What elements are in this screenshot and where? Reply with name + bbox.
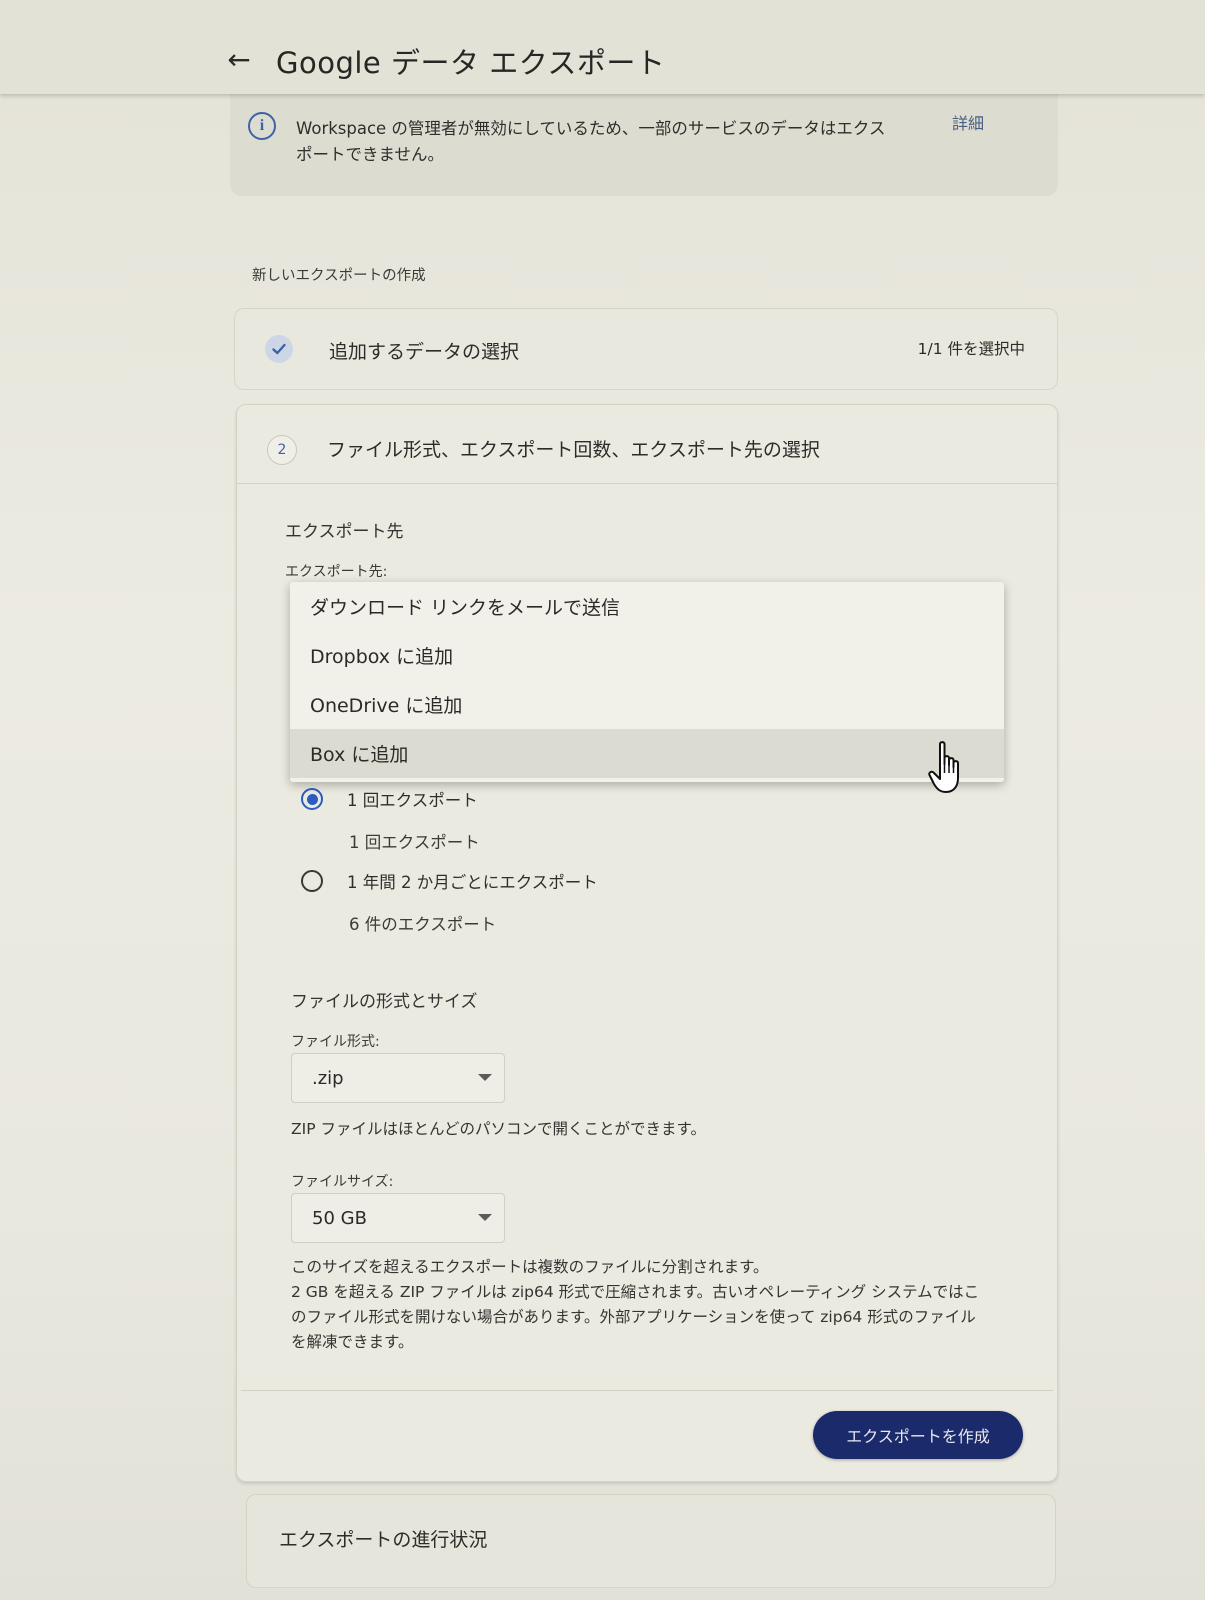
file-size-label: ファイルサイズ: [291, 1174, 394, 1190]
file-type-label: ファイル形式: [291, 1034, 380, 1050]
file-size-help-line-1: このサイズを超えるエクスポートは複数のファイルに分割されます。 [291, 1258, 769, 1276]
menu-item-email-link[interactable]: ダウンロード リンクをメールで送信 [290, 582, 1004, 631]
frequency-option-sub: 6 件のエクスポート [349, 915, 497, 934]
destination-label: エクスポート先: [285, 564, 388, 580]
destination-heading: エクスポート先 [285, 522, 404, 542]
frequency-option-label: 1 年間 2 か月ごとにエクスポート [347, 873, 598, 892]
check-icon [265, 335, 293, 363]
file-type-help: ZIP ファイルはほとんどのパソコンで開くことができます。 [291, 1120, 706, 1138]
info-banner-message: Workspace の管理者が無効にしているため、一部のサービスのデータはエクス… [296, 119, 886, 164]
step-format-title: ファイル形式、エクスポート回数、エクスポート先の選択 [327, 439, 820, 461]
frequency-option-once[interactable]: 1 回エクスポート [301, 787, 478, 811]
create-export-button[interactable]: エクスポートを作成 [813, 1411, 1023, 1459]
step-number-badge: 2 [267, 435, 297, 465]
selected-count: 1/1 件を選択中 [917, 340, 1025, 358]
hand-cursor-icon [928, 740, 970, 800]
destination-dropdown-menu[interactable]: ダウンロード リンクをメールで送信 Dropbox に追加 OneDrive に… [290, 582, 1004, 782]
divider [237, 483, 1057, 484]
file-type-select[interactable]: .zip [291, 1053, 505, 1103]
frequency-option-sub: 1 回エクスポート [349, 833, 480, 852]
top-app-bar: ← Google データ エクスポート [0, 0, 1205, 94]
format-heading: ファイルの形式とサイズ [291, 992, 478, 1012]
caret-down-icon [478, 1074, 492, 1081]
radio-selected[interactable] [301, 788, 323, 810]
file-size-help-line-2: 2 GB を超える ZIP ファイルは zip64 形式で圧縮されます。古いオペ… [291, 1283, 980, 1351]
page-title: Google データ エクスポート [276, 46, 666, 80]
export-progress-card[interactable]: エクスポートの進行状況 [246, 1494, 1056, 1588]
file-size-value: 50 GB [312, 1208, 367, 1229]
frequency-option-every-2-months[interactable]: 1 年間 2 か月ごとにエクスポート [301, 869, 598, 893]
menu-item-dropbox[interactable]: Dropbox に追加 [290, 631, 1004, 680]
menu-item-box[interactable]: Box に追加 [290, 729, 1004, 778]
info-banner: エクスポートできないサービス i Workspace の管理者が無効にしているた… [230, 84, 1058, 196]
section-label: 新しいエクスポートの作成 [252, 268, 426, 284]
export-progress-title: エクスポートの進行状況 [279, 1529, 488, 1551]
divider [241, 1390, 1053, 1391]
radio-unselected[interactable] [301, 870, 323, 892]
menu-item-onedrive[interactable]: OneDrive に追加 [290, 680, 1004, 729]
step-format-frequency-destination: 2 ファイル形式、エクスポート回数、エクスポート先の選択 エクスポート先 エクス… [236, 404, 1058, 1482]
caret-down-icon [478, 1214, 492, 1221]
info-detail-link[interactable]: 詳細 [952, 110, 984, 134]
file-type-value: .zip [312, 1068, 344, 1089]
back-arrow-icon[interactable]: ← [222, 42, 256, 76]
info-icon: i [248, 112, 276, 140]
file-size-help: このサイズを超えるエクスポートは複数のファイルに分割されます。 2 GB を超え… [291, 1255, 991, 1355]
frequency-option-label: 1 回エクスポート [347, 791, 478, 810]
step-select-data-title: 追加するデータの選択 [329, 341, 520, 363]
file-size-select[interactable]: 50 GB [291, 1193, 505, 1243]
step-select-data[interactable]: 追加するデータの選択 1/1 件を選択中 [234, 308, 1058, 390]
